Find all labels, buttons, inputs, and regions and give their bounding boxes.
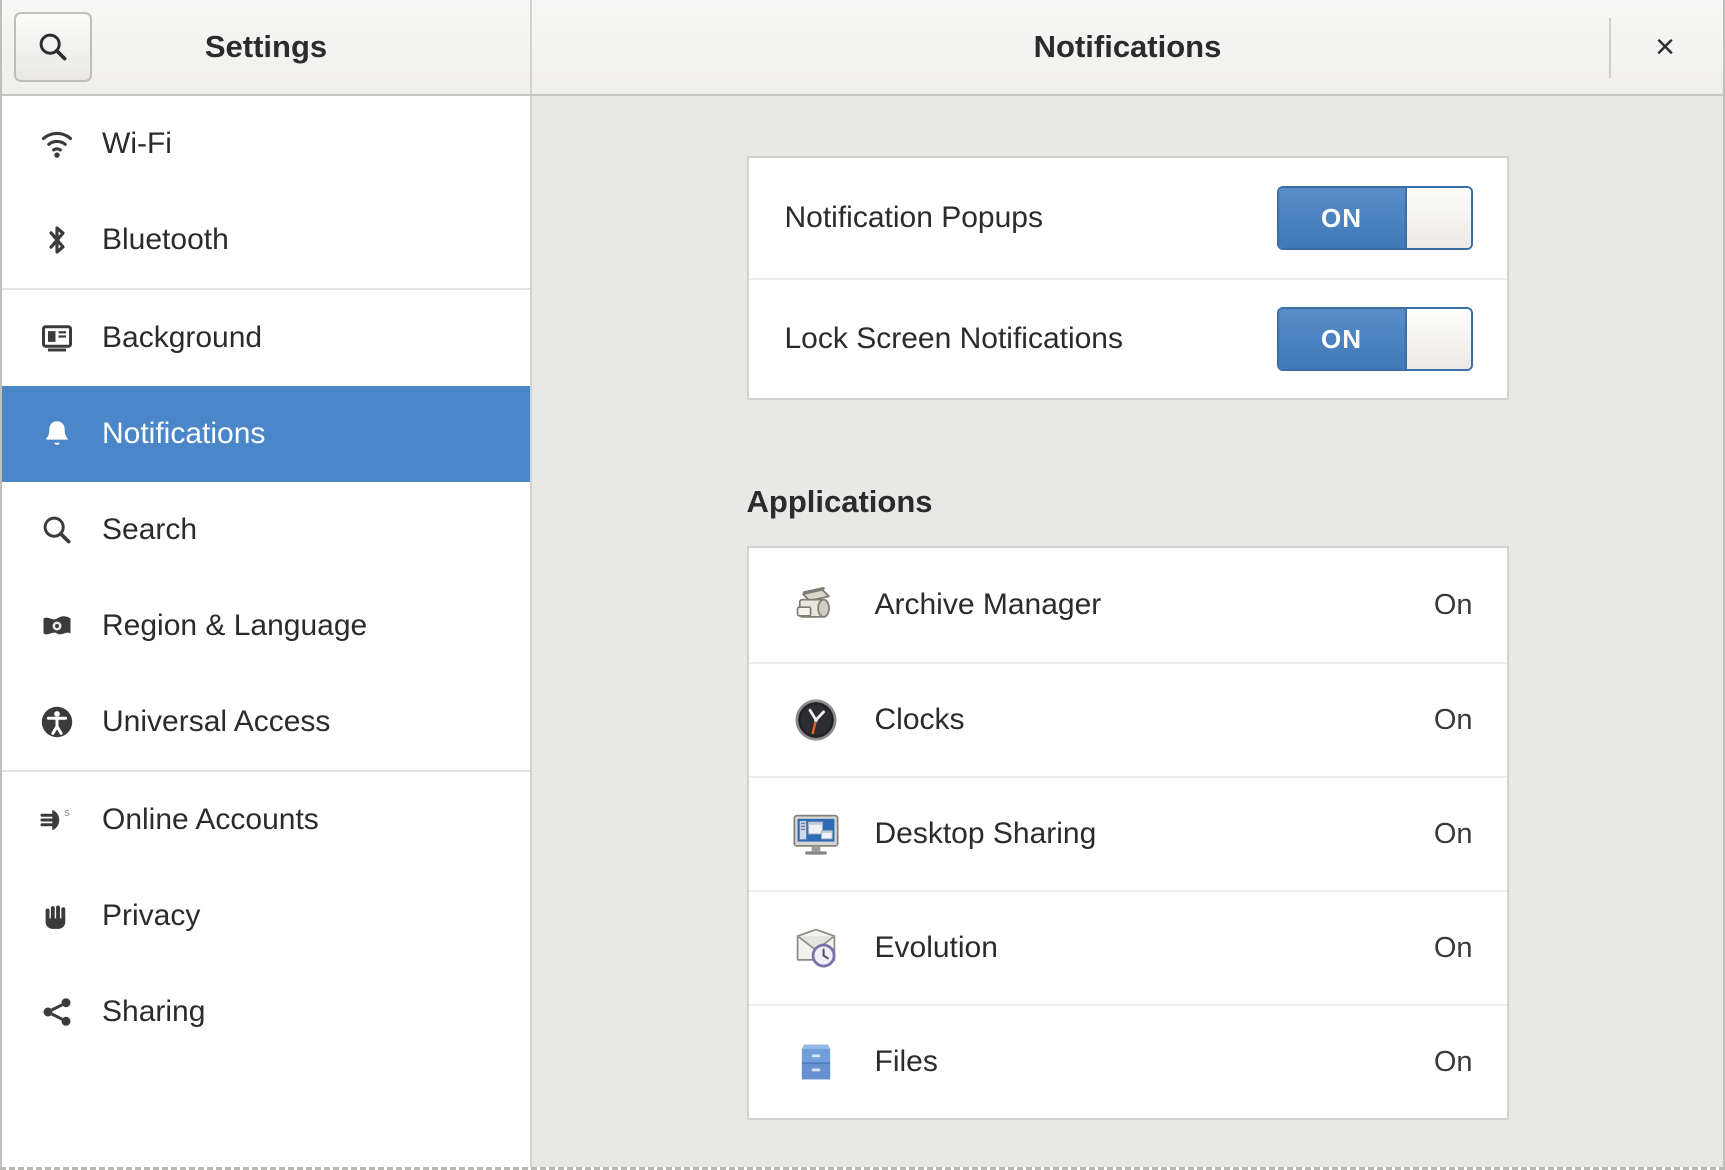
sidebar-item-wifi[interactable]: Wi-Fi [2,96,530,192]
sidebar-item-sharing[interactable]: Sharing [2,964,530,1060]
share-icon [30,994,84,1030]
app-name: Files [874,1045,938,1078]
search-icon [39,33,67,61]
search-icon [30,513,84,547]
sidebar-item-bluetooth[interactable]: Bluetooth [2,192,530,288]
applications-card: Archive Manager On Clocks On Desktop Sha… [746,546,1509,1120]
files-icon [785,1036,847,1088]
lock-screen-notifications-switch[interactable]: ON [1276,307,1473,371]
wifi-icon [30,125,84,163]
sidebar: Wi-Fi Bluetooth Background Notifications… [2,96,532,1167]
bell-icon [30,417,84,451]
list-item[interactable]: Clocks On [748,662,1507,776]
sidebar-item-label: Universal Access [102,705,331,738]
notification-popups-switch[interactable]: ON [1276,186,1473,250]
switch-label: Lock Screen Notifications [784,322,1124,355]
global-switches-card: Notification Popups ON Lock Screen Notif… [746,156,1509,400]
header-divider [1609,18,1611,78]
desktop-sharing-icon [785,808,847,860]
app-state: On [1433,931,1473,964]
close-button[interactable]: × [1637,19,1693,75]
app-name: Evolution [874,931,998,964]
hand-icon [30,898,84,934]
sidebar-item-label: Search [102,513,198,546]
applications-heading: Applications [746,484,933,519]
bluetooth-icon [30,222,84,258]
sidebar-item-label: Privacy [102,899,201,932]
app-state: On [1433,703,1473,736]
list-item[interactable]: Desktop Sharing On [748,776,1507,890]
sidebar-item-label: Bluetooth [102,223,229,256]
clocks-icon [785,694,847,746]
search-button[interactable] [14,12,92,82]
sidebar-item-online-accounts[interactable]: s Online Accounts [2,772,530,868]
list-item[interactable]: Evolution On [748,890,1507,1004]
sidebar-header: Settings [2,0,532,94]
switch-state-label: ON [1278,309,1405,369]
list-item[interactable]: Files On [748,1004,1507,1118]
header-bar: Settings Notifications × [2,0,1723,96]
flag-icon [30,608,84,644]
background-icon [30,320,84,356]
sidebar-item-label: Sharing [102,995,206,1028]
window-body: Wi-Fi Bluetooth Background Notifications… [2,96,1723,1167]
sidebar-item-label: Wi-Fi [102,127,172,160]
sidebar-item-background[interactable]: Background [2,290,530,386]
accessibility-icon [30,703,84,741]
sidebar-item-label: Background [102,321,263,354]
switch-knob [1404,188,1471,248]
sidebar-item-search[interactable]: Search [2,482,530,578]
sidebar-item-universal-access[interactable]: Universal Access [2,674,530,770]
app-name: Archive Manager [874,588,1102,621]
switch-state-label: ON [1278,188,1405,248]
sidebar-item-region-language[interactable]: Region & Language [2,578,530,674]
switch-knob [1404,309,1471,369]
panel-header: Notifications × [532,0,1723,94]
settings-window: Settings Notifications × Wi-Fi Bluetooth… [0,0,1725,1170]
evolution-icon [785,922,847,974]
notifications-panel: Notification Popups ON Lock Screen Notif… [532,96,1723,1167]
sidebar-item-label: Notifications [102,417,266,450]
switch-label: Notification Popups [784,201,1044,234]
svg-text:s: s [64,807,70,819]
app-state: On [1433,817,1473,850]
sidebar-item-notifications[interactable]: Notifications [2,386,530,482]
notification-popups-row[interactable]: Notification Popups ON [749,158,1507,278]
app-state: On [1433,1045,1473,1078]
list-item[interactable]: Archive Manager On [749,548,1507,662]
sidebar-item-privacy[interactable]: Privacy [2,868,530,964]
lock-screen-notifications-row[interactable]: Lock Screen Notifications ON [748,278,1507,398]
archive-manager-icon [785,579,847,631]
sidebar-item-label: Region & Language [102,609,368,642]
app-state: On [1433,588,1473,621]
app-name: Clocks [874,703,965,736]
app-name: Desktop Sharing [874,817,1097,850]
panel-title: Notifications [1033,29,1222,64]
online-accounts-icon: s [30,801,84,839]
sidebar-item-label: Online Accounts [102,803,319,836]
